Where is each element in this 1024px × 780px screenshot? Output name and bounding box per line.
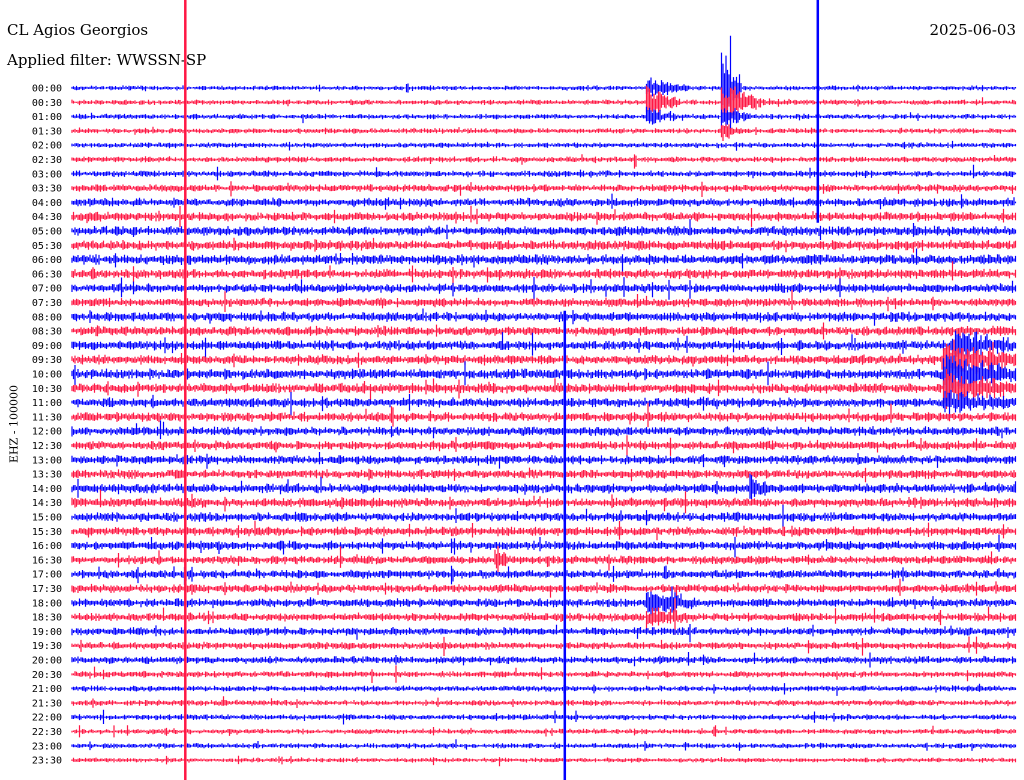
time-tick-label: 15:30 [32,527,62,538]
time-tick-label: 05:00 [32,227,62,238]
time-tick-label: 03:30 [32,184,62,195]
time-tick-label: 06:30 [32,269,62,280]
time-tick-label: 06:00 [32,255,62,266]
time-tick-label: 14:00 [32,484,62,495]
time-tick-label: 20:00 [32,656,62,667]
trace-row-1500 [71,504,1017,528]
time-tick-label: 09:30 [32,355,62,366]
time-tick-label: 20:30 [32,670,62,681]
trace-row-1900 [71,624,1017,643]
time-tick-label: 14:30 [32,498,62,509]
trace-row-0530 [71,237,1017,253]
trace-row-0100 [71,106,1017,128]
trace-row-1730 [71,578,1017,598]
trace-row-0400 [71,193,1017,210]
time-tick-labels: 00:00 00:30 01:00 01:30 02:00 02:30 03:00 03:30… [32,84,62,767]
trace-row-2130 [71,696,1017,708]
time-tick-label: 13:00 [32,455,62,466]
trace-row-1400 [71,473,1017,500]
trace-row-0730 [71,290,1017,312]
trace-row-0230 [71,154,1017,169]
time-tick-label: 04:30 [32,212,62,223]
trace-row-1930 [71,636,1017,656]
trace-row-2230 [71,725,1017,738]
time-tick-label: 23:00 [32,741,62,752]
trace-row-0900 [71,330,1017,360]
time-tick-label: 08:00 [32,312,62,323]
trace-row-1430 [71,489,1017,514]
time-tick-label: 17:00 [32,570,62,581]
time-tick-label: 18:30 [32,613,62,624]
seismogram-plot: 00:00 00:30 01:00 01:30 02:00 02:30 03:00 03:30… [32,0,1017,780]
trace-row-0500 [71,219,1017,240]
time-tick-label: 01:30 [32,126,62,137]
trace-row-0430 [71,205,1017,228]
time-tick-label: 07:30 [32,298,62,309]
time-tick-label: 12:00 [32,427,62,438]
trace-row-1530 [71,520,1017,541]
time-tick-label: 07:00 [32,284,62,295]
time-tick-label: 10:00 [32,370,62,381]
time-tick-label: 16:30 [32,555,62,566]
time-tick-label: 21:30 [32,698,62,709]
trace-row-0200 [71,140,1017,151]
time-tick-label: 22:30 [32,727,62,738]
time-tick-label: 23:30 [32,756,62,767]
trace-group [71,35,1017,767]
time-tick-label: 05:30 [32,241,62,252]
time-tick-label: 21:00 [32,684,62,695]
time-tick-label: 12:30 [32,441,62,452]
trace-row-1630 [71,546,1017,573]
time-tick-label: 22:00 [32,713,62,724]
trace-row-0700 [71,277,1017,301]
time-tick-label: 08:30 [32,327,62,338]
trace-row-2200 [71,709,1017,725]
time-tick-label: 00:30 [32,98,62,109]
trace-row-0300 [71,164,1017,181]
trace-row-1200 [71,420,1017,440]
time-tick-label: 16:00 [32,541,62,552]
trace-row-2300 [71,739,1017,751]
time-tick-label: 04:00 [32,198,62,209]
time-tick-label: 11:00 [32,398,62,409]
time-tick-label: 19:30 [32,641,62,652]
trace-row-0330 [71,181,1017,197]
trace-row-2000 [71,652,1017,668]
time-tick-label: 09:00 [32,341,62,352]
time-tick-label: 02:30 [32,155,62,166]
time-tick-label: 03:00 [32,169,62,180]
trace-row-0630 [71,261,1017,288]
trace-row-0030 [71,85,1017,120]
time-tick-label: 00:00 [32,84,62,95]
trace-row-1700 [71,565,1017,586]
trace-row-2100 [71,683,1017,696]
trace-row-1600 [71,534,1017,558]
trace-row-2030 [71,665,1017,683]
time-tick-label: 10:30 [32,384,62,395]
time-tick-label: 13:30 [32,470,62,481]
time-tick-label: 19:00 [32,627,62,638]
time-tick-label: 18:00 [32,598,62,609]
trace-row-1230 [71,435,1017,456]
trace-row-2330 [71,755,1017,767]
trace-row-0600 [71,248,1017,276]
trace-row-1330 [71,467,1017,483]
time-tick-label: 01:00 [32,112,62,123]
trace-row-0130 [71,124,1017,141]
time-tick-label: 02:00 [32,141,62,152]
trace-row-1130 [71,402,1017,428]
time-tick-label: 17:30 [32,584,62,595]
trace-row-0800 [71,308,1017,326]
time-tick-label: 15:00 [32,513,62,524]
trace-row-1300 [71,452,1017,469]
time-tick-label: 11:30 [32,412,62,423]
